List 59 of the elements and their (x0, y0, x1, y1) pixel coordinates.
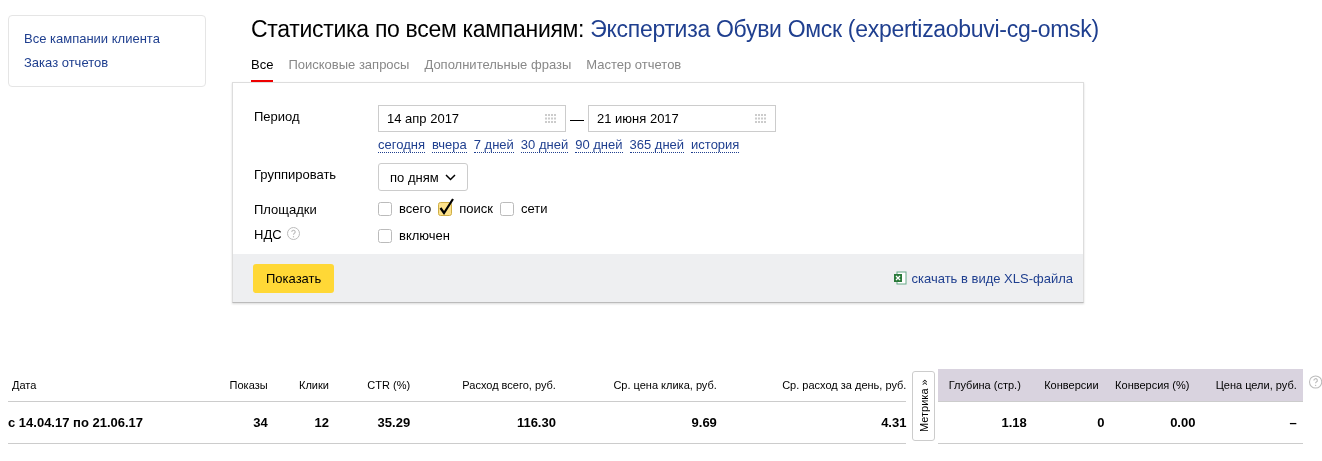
checkbox-label: поиск (459, 201, 493, 216)
group-dropdown[interactable]: по дням (378, 163, 468, 191)
field-label: Группировать (254, 166, 338, 182)
page-title: Статистика по всем кампаниям: (251, 16, 585, 42)
help-icon[interactable] (1308, 375, 1322, 389)
table-cell: 34 (253, 414, 268, 430)
date-separator: — (570, 110, 584, 127)
column-header: Конверсия (%) (1115, 378, 1190, 391)
column-header: Ср. расход за день, руб. (782, 378, 907, 391)
column-header: Цена цели, руб. (1215, 378, 1297, 391)
chevron-down-icon (444, 173, 456, 181)
table-cell: 35.29 (377, 414, 411, 430)
table-cell: 9.69 (691, 414, 717, 430)
period-preset-link[interactable]: 30 дней (520, 138, 569, 153)
tab[interactable]: Поисковые запросы (288, 57, 410, 82)
table-cell: 4.31 (881, 414, 907, 430)
tab[interactable]: Мастер отчетов (586, 57, 682, 82)
field-label: Период (254, 108, 301, 126)
column-header: Расход всего, руб. (462, 378, 556, 391)
period-preset-link[interactable]: 365 дней (629, 138, 685, 153)
table-cell: – (1289, 414, 1297, 430)
column-header: CTR (%) (367, 378, 411, 391)
table-cell: 0.00 (1170, 414, 1196, 430)
column-header: Ср. цена клика, руб. (613, 378, 717, 391)
table-cell: 1.18 (1001, 414, 1027, 430)
sidebar-link[interactable]: Все кампании клиента (24, 31, 160, 46)
field-label: Площадки (254, 200, 318, 217)
download-link[interactable]: скачать в виде XLS-файла (911, 270, 1073, 286)
column-header: Конверсии (1044, 378, 1099, 391)
calendar-icon[interactable] (755, 113, 767, 124)
checkbox[interactable] (438, 198, 455, 217)
column-header: Глубина (стр.) (948, 378, 1021, 391)
calendar-icon[interactable] (545, 113, 557, 124)
checkbox-label: сети (520, 201, 548, 216)
date-field[interactable]: 21 июня 2017 (588, 105, 776, 132)
column-header: Дата (12, 378, 37, 391)
show-button[interactable]: Показать (253, 263, 335, 293)
tab[interactable]: Все (251, 57, 274, 82)
table-cell: с 14.04.17 по 21.06.17 (8, 414, 144, 430)
table-cell: 116.30 (516, 414, 556, 430)
tab[interactable]: Дополнительные фразы (424, 57, 572, 82)
checkbox-label: включен (399, 228, 450, 243)
period-preset-link[interactable]: вчера (431, 138, 467, 153)
metrika-tab[interactable]: Метрика » (912, 371, 935, 441)
column-header: Показы (229, 378, 268, 391)
period-preset-link[interactable]: 90 дней (575, 138, 623, 153)
table-cell: 0 (1097, 414, 1105, 430)
field-label: НДС (254, 226, 282, 242)
period-preset-link[interactable]: 7 дней (473, 138, 514, 153)
period-preset-link[interactable]: история (691, 138, 740, 153)
column-header: Клики (299, 378, 329, 391)
campaign-link[interactable]: Экспертиза Обуви Омск (expertizaobuvi-cg-omsk) (590, 16, 1099, 42)
date-field[interactable]: 14 апр 2017 (378, 105, 566, 132)
checkbox-label: всего (399, 201, 432, 216)
help-icon[interactable] (286, 226, 300, 240)
sidebar-link[interactable]: Заказ отчетов (24, 55, 109, 70)
period-preset-link[interactable]: сегодня (378, 138, 425, 153)
table-cell: 12 (314, 414, 329, 430)
spreadsheet-icon (892, 271, 907, 285)
